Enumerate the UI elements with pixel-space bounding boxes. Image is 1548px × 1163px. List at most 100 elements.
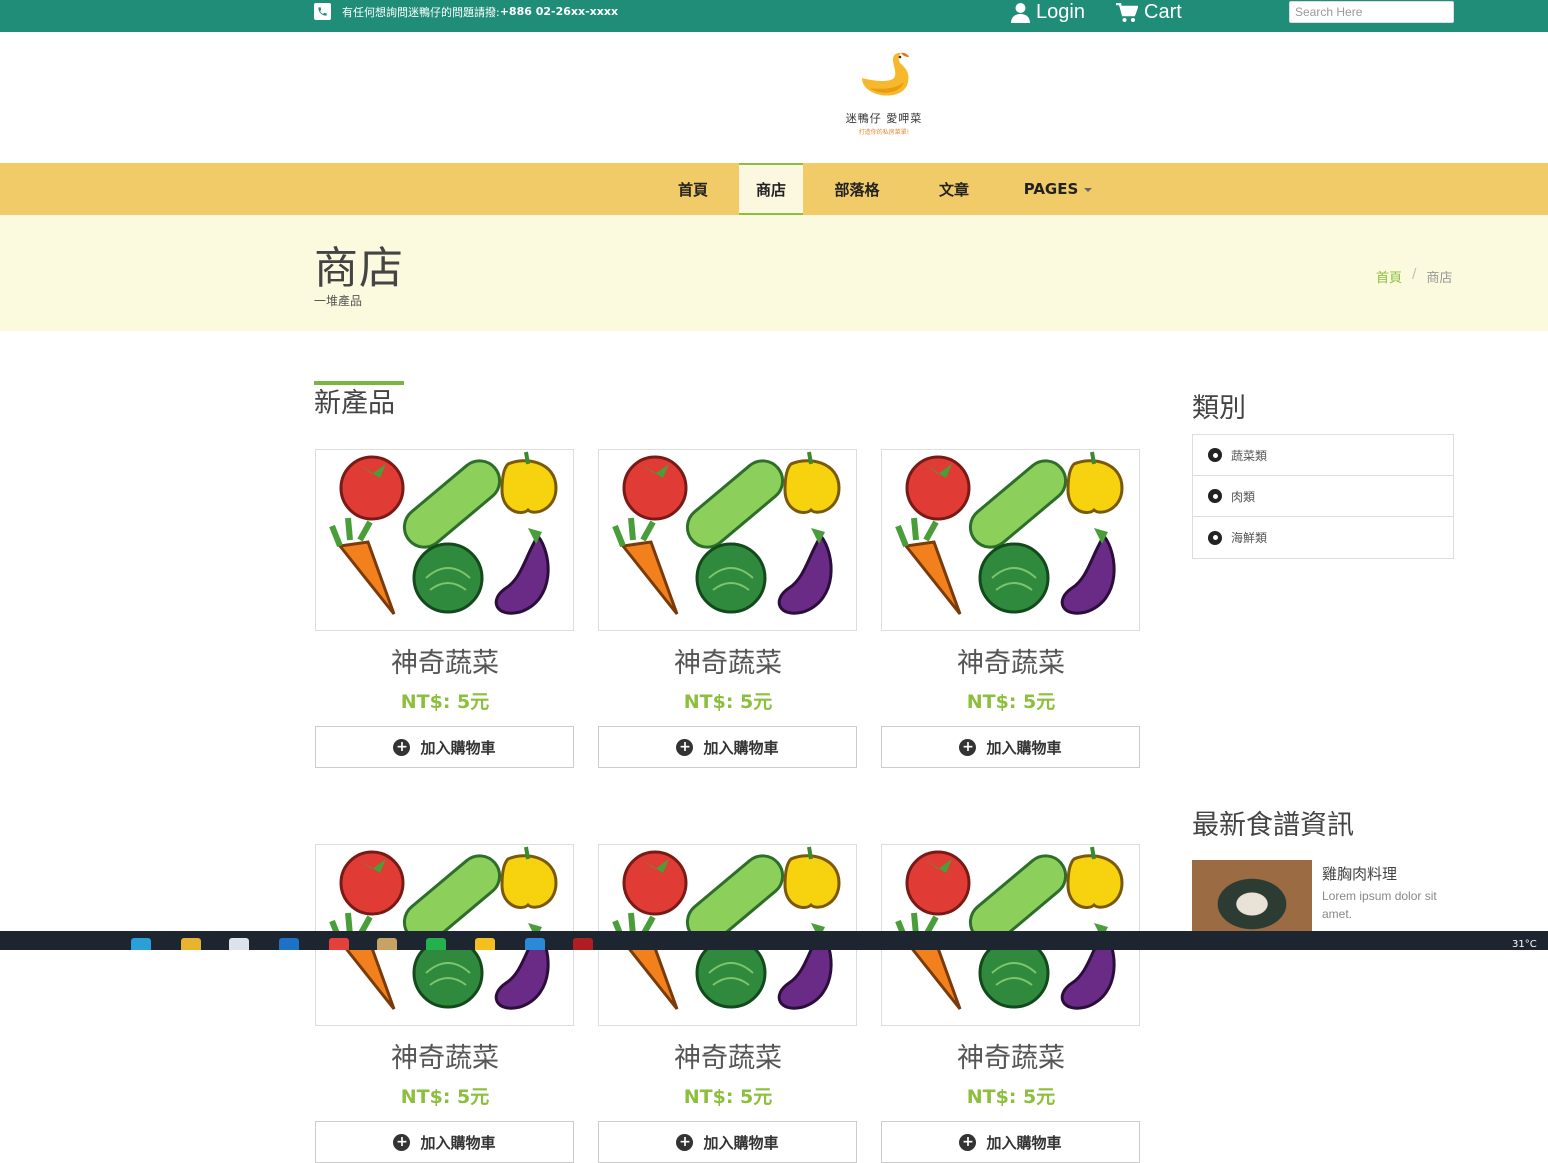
logo-slogan: 打造你的私房菜單! xyxy=(858,129,910,136)
add-to-cart-label: 加入購物車 xyxy=(986,738,1062,757)
nav-item-label: 文章 xyxy=(938,180,969,199)
product-name[interactable]: 神奇蔬菜 xyxy=(881,1036,1141,1076)
recipe-description: Lorem ipsum dolor sit amet. xyxy=(1322,889,1437,921)
app-red-icon[interactable] xyxy=(573,938,593,950)
add-to-cart-label: 加入購物車 xyxy=(703,1133,779,1152)
user-icon xyxy=(1011,3,1030,23)
section-title-new-products: 新產品 xyxy=(314,381,404,420)
category-item-seafood[interactable]: 海鮮類 xyxy=(1193,517,1453,558)
product-card[interactable]: 神奇蔬菜 NT$: 5元 + 加入購物車 xyxy=(315,844,575,1163)
breadcrumb-separator: / xyxy=(1412,267,1417,282)
app-icon[interactable] xyxy=(475,938,495,950)
nav-item-shop[interactable]: 商店 xyxy=(739,163,803,215)
search-input[interactable] xyxy=(1289,1,1454,23)
recipe-title[interactable]: 雞胸肉料理 xyxy=(1322,863,1397,884)
add-to-cart-button[interactable]: + 加入購物車 xyxy=(881,726,1140,768)
product-card[interactable]: 神奇蔬菜 NT$: 5元 + 加入購物車 xyxy=(315,449,575,768)
phone-icon xyxy=(314,3,331,20)
plus-circle-icon: + xyxy=(959,738,977,756)
product-price: NT$: 5元 xyxy=(400,1086,490,1108)
product-card[interactable]: 神奇蔬菜 NT$: 5元 + 加入購物車 xyxy=(598,449,858,768)
folder-icon[interactable] xyxy=(181,938,201,950)
contact-phone-number: +886 02-26xx-xxxx xyxy=(499,5,619,18)
page-title: 商店 xyxy=(314,243,404,294)
page-header: 商店 一堆產品 首頁 / 商店 xyxy=(0,215,1548,331)
product-price: NT$: 5元 xyxy=(683,691,773,713)
breadcrumb-current: 商店 xyxy=(1426,271,1453,286)
product-price: NT$: 5元 xyxy=(966,691,1056,713)
product-name[interactable]: 神奇蔬菜 xyxy=(315,641,575,681)
category-label: 蔬菜類 xyxy=(1231,448,1268,463)
nav-item-label: 部落格 xyxy=(834,180,880,199)
dot-circle-icon xyxy=(1208,530,1222,545)
product-price: NT$: 5元 xyxy=(400,691,490,713)
nav-item-articles[interactable]: 文章 xyxy=(922,163,986,215)
chrome-icon[interactable] xyxy=(329,938,349,950)
category-item-vegetables[interactable]: 蔬菜類 xyxy=(1193,435,1453,476)
product-name[interactable]: 神奇蔬菜 xyxy=(315,1036,575,1076)
page-subtitle: 一堆產品 xyxy=(314,294,363,308)
add-to-cart-button[interactable]: + 加入購物車 xyxy=(598,1121,857,1163)
categories-title: 類別 xyxy=(1192,393,1246,424)
add-to-cart-label: 加入購物車 xyxy=(420,738,496,757)
breadcrumb-home-link[interactable]: 首頁 xyxy=(1376,267,1402,286)
site-logo[interactable]: 迷鴨仔 愛呷菜 打造你的私房菜單! xyxy=(836,48,932,143)
plus-circle-icon: + xyxy=(676,1133,694,1151)
cart-label: Cart xyxy=(1144,1,1182,23)
nav-item-label: 商店 xyxy=(755,180,786,199)
line-icon[interactable] xyxy=(426,938,446,950)
login-link[interactable]: Login xyxy=(1011,1,1085,24)
recipe-item[interactable]: 雞胸肉料理 Lorem ipsum dolor sit amet. xyxy=(1192,860,1454,940)
dot-circle-icon xyxy=(1208,489,1222,503)
recipe-thumbnail[interactable] xyxy=(1192,860,1312,940)
product-price: NT$: 5元 xyxy=(966,1086,1056,1108)
add-to-cart-button[interactable]: + 加入購物車 xyxy=(881,1121,1140,1163)
login-label: Login xyxy=(1036,1,1085,23)
main-nav: 首頁 商店 部落格 文章 PAGES xyxy=(0,163,1548,215)
category-item-meat[interactable]: 肉類 xyxy=(1193,476,1453,517)
contact-info: 有任何想詢問迷鴨仔的問題請撥: +886 02-26xx-xxxx xyxy=(314,3,618,20)
breadcrumb: 首頁 / 商店 xyxy=(1376,267,1452,286)
category-label: 海鮮類 xyxy=(1231,531,1268,545)
section-title-accent-bar xyxy=(314,381,404,385)
paint-icon[interactable] xyxy=(377,938,397,950)
vscode-icon[interactable] xyxy=(525,938,545,950)
nav-item-home[interactable]: 首頁 xyxy=(660,163,726,215)
recipes-title: 最新食譜資訊 xyxy=(1192,810,1354,841)
nav-item-pages[interactable]: PAGES xyxy=(1012,163,1104,215)
os-taskbar: 31°C xyxy=(0,931,1548,950)
product-card[interactable]: 神奇蔬菜 NT$: 5元 + 加入購物車 xyxy=(598,844,858,1163)
nav-item-label: PAGES xyxy=(1023,180,1079,198)
cart-link[interactable]: Cart xyxy=(1116,1,1182,24)
category-list: 蔬菜類 肉類 海鮮類 xyxy=(1192,434,1454,559)
top-bar: 有任何想詢問迷鴨仔的問題請撥: +886 02-26xx-xxxx Login … xyxy=(0,0,1548,32)
caret-down-icon xyxy=(1084,188,1093,192)
add-to-cart-label: 加入購物車 xyxy=(420,1133,496,1152)
add-to-cart-label: 加入購物車 xyxy=(986,1133,1062,1152)
add-to-cart-button[interactable]: + 加入購物車 xyxy=(315,726,574,768)
edge-icon[interactable] xyxy=(131,938,151,950)
product-name[interactable]: 神奇蔬菜 xyxy=(598,641,858,681)
product-card[interactable]: 神奇蔬菜 NT$: 5元 + 加入購物車 xyxy=(881,844,1141,1163)
store-icon[interactable] xyxy=(229,938,249,950)
product-image[interactable] xyxy=(598,449,857,631)
product-name[interactable]: 神奇蔬菜 xyxy=(881,641,1141,681)
category-label: 肉類 xyxy=(1231,489,1256,504)
product-image[interactable] xyxy=(315,449,574,631)
product-name[interactable]: 神奇蔬菜 xyxy=(598,1036,858,1076)
add-to-cart-button[interactable]: + 加入購物車 xyxy=(598,726,857,768)
duck-logo-icon xyxy=(862,52,909,96)
nav-item-label: 首頁 xyxy=(677,180,708,199)
product-card[interactable]: 神奇蔬菜 NT$: 5元 + 加入購物車 xyxy=(881,449,1141,768)
mail-icon[interactable] xyxy=(279,938,299,950)
cart-icon xyxy=(1116,2,1138,22)
weather-temperature: 31°C xyxy=(1512,939,1537,950)
nav-item-blog[interactable]: 部落格 xyxy=(820,163,894,215)
add-to-cart-button[interactable]: + 加入購物車 xyxy=(315,1121,574,1163)
contact-text: 有任何想詢問迷鴨仔的問題請撥: xyxy=(342,5,500,19)
plus-circle-icon: + xyxy=(959,1133,977,1151)
product-image[interactable] xyxy=(881,449,1140,631)
add-to-cart-label: 加入購物車 xyxy=(703,738,779,757)
plus-circle-icon: + xyxy=(393,1133,411,1151)
plus-circle-icon: + xyxy=(393,738,411,756)
